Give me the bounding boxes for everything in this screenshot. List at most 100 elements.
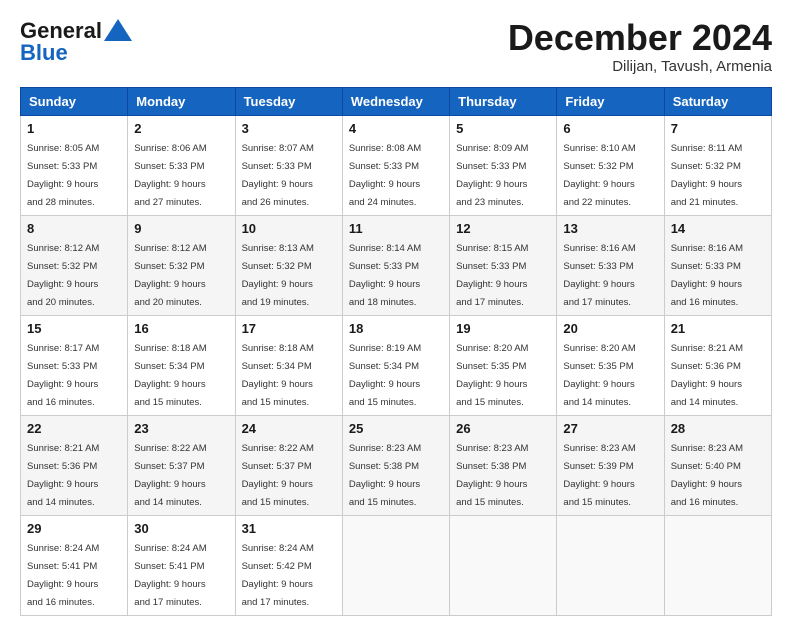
day-detail: Sunrise: 8:20 AMSunset: 5:35 PMDaylight:… [456, 343, 528, 408]
day-detail: Sunrise: 8:07 AMSunset: 5:33 PMDaylight:… [242, 143, 314, 208]
table-row: 2 Sunrise: 8:06 AMSunset: 5:33 PMDayligh… [128, 115, 235, 215]
day-number: 21 [671, 321, 765, 336]
table-row [664, 515, 771, 615]
day-detail: Sunrise: 8:15 AMSunset: 5:33 PMDaylight:… [456, 243, 528, 308]
calendar-week-row: 8 Sunrise: 8:12 AMSunset: 5:32 PMDayligh… [21, 215, 772, 315]
logo: General Blue [20, 18, 132, 66]
table-row: 27 Sunrise: 8:23 AMSunset: 5:39 PMDaylig… [557, 415, 664, 515]
logo-blue: Blue [20, 40, 68, 66]
table-row: 26 Sunrise: 8:23 AMSunset: 5:38 PMDaylig… [450, 415, 557, 515]
table-row [450, 515, 557, 615]
day-number: 17 [242, 321, 336, 336]
day-number: 27 [563, 421, 657, 436]
table-row: 4 Sunrise: 8:08 AMSunset: 5:33 PMDayligh… [342, 115, 449, 215]
day-detail: Sunrise: 8:20 AMSunset: 5:35 PMDaylight:… [563, 343, 635, 408]
header-tuesday: Tuesday [235, 87, 342, 115]
table-row: 29 Sunrise: 8:24 AMSunset: 5:41 PMDaylig… [21, 515, 128, 615]
day-detail: Sunrise: 8:12 AMSunset: 5:32 PMDaylight:… [27, 243, 99, 308]
page: General Blue December 2024 Dilijan, Tavu… [0, 0, 792, 626]
day-detail: Sunrise: 8:24 AMSunset: 5:41 PMDaylight:… [134, 543, 206, 608]
day-number: 5 [456, 121, 550, 136]
day-detail: Sunrise: 8:14 AMSunset: 5:33 PMDaylight:… [349, 243, 421, 308]
day-detail: Sunrise: 8:16 AMSunset: 5:33 PMDaylight:… [563, 243, 635, 308]
header-thursday: Thursday [450, 87, 557, 115]
table-row: 9 Sunrise: 8:12 AMSunset: 5:32 PMDayligh… [128, 215, 235, 315]
day-detail: Sunrise: 8:22 AMSunset: 5:37 PMDaylight:… [134, 443, 206, 508]
table-row: 23 Sunrise: 8:22 AMSunset: 5:37 PMDaylig… [128, 415, 235, 515]
day-detail: Sunrise: 8:23 AMSunset: 5:39 PMDaylight:… [563, 443, 635, 508]
day-detail: Sunrise: 8:10 AMSunset: 5:32 PMDaylight:… [563, 143, 635, 208]
month-title: December 2024 [508, 18, 772, 58]
day-number: 7 [671, 121, 765, 136]
day-number: 6 [563, 121, 657, 136]
day-number: 16 [134, 321, 228, 336]
day-number: 4 [349, 121, 443, 136]
day-number: 11 [349, 221, 443, 236]
day-number: 29 [27, 521, 121, 536]
day-detail: Sunrise: 8:06 AMSunset: 5:33 PMDaylight:… [134, 143, 206, 208]
day-detail: Sunrise: 8:24 AMSunset: 5:41 PMDaylight:… [27, 543, 99, 608]
table-row: 31 Sunrise: 8:24 AMSunset: 5:42 PMDaylig… [235, 515, 342, 615]
table-row: 12 Sunrise: 8:15 AMSunset: 5:33 PMDaylig… [450, 215, 557, 315]
table-row: 10 Sunrise: 8:13 AMSunset: 5:32 PMDaylig… [235, 215, 342, 315]
day-number: 22 [27, 421, 121, 436]
day-number: 23 [134, 421, 228, 436]
table-row: 18 Sunrise: 8:19 AMSunset: 5:34 PMDaylig… [342, 315, 449, 415]
day-detail: Sunrise: 8:18 AMSunset: 5:34 PMDaylight:… [134, 343, 206, 408]
table-row: 19 Sunrise: 8:20 AMSunset: 5:35 PMDaylig… [450, 315, 557, 415]
table-row: 28 Sunrise: 8:23 AMSunset: 5:40 PMDaylig… [664, 415, 771, 515]
day-detail: Sunrise: 8:12 AMSunset: 5:32 PMDaylight:… [134, 243, 206, 308]
table-row: 24 Sunrise: 8:22 AMSunset: 5:37 PMDaylig… [235, 415, 342, 515]
day-number: 30 [134, 521, 228, 536]
header-monday: Monday [128, 87, 235, 115]
day-detail: Sunrise: 8:21 AMSunset: 5:36 PMDaylight:… [27, 443, 99, 508]
day-detail: Sunrise: 8:23 AMSunset: 5:38 PMDaylight:… [456, 443, 528, 508]
day-number: 28 [671, 421, 765, 436]
calendar-week-row: 1 Sunrise: 8:05 AMSunset: 5:33 PMDayligh… [21, 115, 772, 215]
day-detail: Sunrise: 8:05 AMSunset: 5:33 PMDaylight:… [27, 143, 99, 208]
day-number: 13 [563, 221, 657, 236]
day-detail: Sunrise: 8:23 AMSunset: 5:40 PMDaylight:… [671, 443, 743, 508]
day-detail: Sunrise: 8:21 AMSunset: 5:36 PMDaylight:… [671, 343, 743, 408]
header-saturday: Saturday [664, 87, 771, 115]
day-number: 18 [349, 321, 443, 336]
day-detail: Sunrise: 8:18 AMSunset: 5:34 PMDaylight:… [242, 343, 314, 408]
table-row [557, 515, 664, 615]
table-row: 3 Sunrise: 8:07 AMSunset: 5:33 PMDayligh… [235, 115, 342, 215]
day-number: 25 [349, 421, 443, 436]
table-row: 7 Sunrise: 8:11 AMSunset: 5:32 PMDayligh… [664, 115, 771, 215]
header: General Blue December 2024 Dilijan, Tavu… [20, 18, 772, 75]
day-number: 19 [456, 321, 550, 336]
title-block: December 2024 Dilijan, Tavush, Armenia [508, 18, 772, 75]
calendar-week-row: 15 Sunrise: 8:17 AMSunset: 5:33 PMDaylig… [21, 315, 772, 415]
day-number: 9 [134, 221, 228, 236]
day-detail: Sunrise: 8:09 AMSunset: 5:33 PMDaylight:… [456, 143, 528, 208]
day-detail: Sunrise: 8:13 AMSunset: 5:32 PMDaylight:… [242, 243, 314, 308]
day-detail: Sunrise: 8:22 AMSunset: 5:37 PMDaylight:… [242, 443, 314, 508]
table-row: 20 Sunrise: 8:20 AMSunset: 5:35 PMDaylig… [557, 315, 664, 415]
calendar-week-row: 29 Sunrise: 8:24 AMSunset: 5:41 PMDaylig… [21, 515, 772, 615]
day-detail: Sunrise: 8:16 AMSunset: 5:33 PMDaylight:… [671, 243, 743, 308]
header-friday: Friday [557, 87, 664, 115]
day-number: 12 [456, 221, 550, 236]
day-number: 24 [242, 421, 336, 436]
day-detail: Sunrise: 8:19 AMSunset: 5:34 PMDaylight:… [349, 343, 421, 408]
table-row: 16 Sunrise: 8:18 AMSunset: 5:34 PMDaylig… [128, 315, 235, 415]
day-detail: Sunrise: 8:24 AMSunset: 5:42 PMDaylight:… [242, 543, 314, 608]
table-row: 30 Sunrise: 8:24 AMSunset: 5:41 PMDaylig… [128, 515, 235, 615]
day-number: 20 [563, 321, 657, 336]
day-number: 26 [456, 421, 550, 436]
day-number: 2 [134, 121, 228, 136]
day-number: 1 [27, 121, 121, 136]
table-row: 15 Sunrise: 8:17 AMSunset: 5:33 PMDaylig… [21, 315, 128, 415]
day-number: 31 [242, 521, 336, 536]
day-number: 8 [27, 221, 121, 236]
table-row: 6 Sunrise: 8:10 AMSunset: 5:32 PMDayligh… [557, 115, 664, 215]
table-row: 5 Sunrise: 8:09 AMSunset: 5:33 PMDayligh… [450, 115, 557, 215]
header-sunday: Sunday [21, 87, 128, 115]
table-row: 22 Sunrise: 8:21 AMSunset: 5:36 PMDaylig… [21, 415, 128, 515]
table-row: 17 Sunrise: 8:18 AMSunset: 5:34 PMDaylig… [235, 315, 342, 415]
table-row: 8 Sunrise: 8:12 AMSunset: 5:32 PMDayligh… [21, 215, 128, 315]
day-number: 14 [671, 221, 765, 236]
table-row: 1 Sunrise: 8:05 AMSunset: 5:33 PMDayligh… [21, 115, 128, 215]
